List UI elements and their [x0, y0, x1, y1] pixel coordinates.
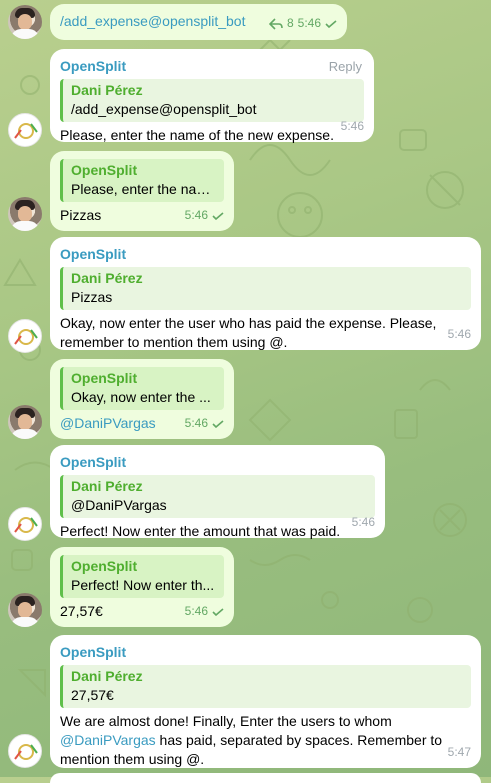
- message-time: 5:47: [447, 745, 471, 759]
- quoted-sender: OpenSplit: [71, 558, 138, 574]
- message-meta: 5:46: [185, 206, 224, 225]
- message-text: Perfect! Now enter the amount that was p…: [60, 523, 341, 539]
- outgoing-message-bubble[interactable]: OpenSplit Perfect! Now enter th... 27,57…: [50, 547, 234, 627]
- message-meta: 5:46: [185, 414, 224, 433]
- command-text[interactable]: /add_expense@opensplit_bot: [60, 13, 245, 29]
- read-check-icon: [212, 419, 224, 428]
- message-meta: 5:46: [185, 602, 224, 621]
- read-check-icon: [212, 211, 224, 220]
- message-text-line: remember to mention them using @.: [60, 334, 288, 350]
- user-avatar[interactable]: [8, 593, 42, 627]
- incoming-message-bubble[interactable]: OpenSplit Dani Pérez Pizzas Okay, now en…: [50, 237, 481, 350]
- quoted-sender: Dani Pérez: [71, 478, 143, 494]
- quoted-text: Okay, now enter the ...: [71, 389, 211, 405]
- quoted-sender: Dani Pérez: [71, 668, 143, 684]
- user-mention-link[interactable]: @DaniPVargas: [60, 732, 156, 748]
- message-text-line: @DaniPVargas has paid, separated by spac…: [60, 731, 471, 750]
- quoted-text: Perfect! Now enter th...: [71, 577, 215, 593]
- quoted-message[interactable]: OpenSplit Please, enter the nam...: [60, 159, 224, 202]
- quoted-sender: OpenSplit: [71, 370, 138, 386]
- message-time: 5:46: [184, 208, 208, 222]
- quoted-message[interactable]: Dani Pérez /add_expense@opensplit_bot: [60, 79, 364, 122]
- reply-button[interactable]: Reply: [329, 57, 362, 76]
- opensplit-logo-icon: [14, 123, 38, 139]
- message-meta: 8 5:46: [268, 14, 337, 33]
- incoming-message-bubble[interactable]: OpenSplit Dani Pérez 27,57€ We are almos…: [50, 635, 481, 768]
- user-avatar[interactable]: [8, 5, 42, 39]
- sender-name[interactable]: OpenSplit: [60, 245, 471, 264]
- quoted-text: 27,57€: [71, 687, 114, 703]
- message-meta: 5:46: [352, 513, 375, 532]
- reply-count: 8: [286, 16, 294, 30]
- quoted-message[interactable]: OpenSplit Okay, now enter the ...: [60, 367, 224, 410]
- quoted-text: @DaniPVargas: [71, 497, 167, 513]
- message-time: 5:46: [447, 327, 471, 341]
- message-text-segment: has paid, separated by spaces. Remember …: [155, 732, 443, 748]
- message-text: Please, enter the name of the new expens…: [60, 127, 334, 143]
- incoming-message-bubble[interactable]: OpenSplit Dani Pérez @DaniPVargas Perfec…: [50, 445, 385, 539]
- quoted-text: /add_expense@opensplit_bot: [71, 101, 257, 117]
- message-time: 5:46: [184, 416, 208, 430]
- read-check-icon: [212, 607, 224, 616]
- outgoing-message-bubble[interactable]: OpenSplit Okay, now enter the ... @DaniP…: [50, 359, 234, 439]
- quoted-message[interactable]: OpenSplit Perfect! Now enter th...: [60, 555, 224, 598]
- opensplit-logo-icon: [14, 329, 38, 345]
- quoted-sender: OpenSplit: [71, 162, 138, 178]
- message-text-line: Okay, now enter the user who has paid th…: [60, 315, 437, 331]
- quoted-text: Pizzas: [71, 289, 113, 305]
- quoted-message[interactable]: Dani Pérez Pizzas: [60, 267, 471, 310]
- read-check-icon: [325, 19, 337, 28]
- user-avatar[interactable]: [8, 405, 42, 439]
- next-message-bubble-edge: [50, 773, 481, 783]
- message-list[interactable]: /add_expense@opensplit_bot 8 5:46 OpenSp…: [0, 0, 491, 783]
- opensplit-logo-icon: [14, 744, 38, 760]
- quoted-sender: Dani Pérez: [71, 270, 143, 286]
- quoted-sender: Dani Pérez: [71, 82, 143, 98]
- bot-avatar[interactable]: [8, 319, 42, 353]
- sender-name[interactable]: OpenSplit: [60, 643, 471, 662]
- sender-name[interactable]: OpenSplit: [60, 57, 364, 76]
- quoted-message[interactable]: Dani Pérez @DaniPVargas: [60, 475, 375, 518]
- reply-arrow-icon: [268, 17, 283, 30]
- quoted-text: Please, enter the nam...: [71, 181, 216, 197]
- message-time: 5:46: [297, 16, 321, 30]
- message-meta: 5:46: [448, 325, 471, 344]
- bot-avatar[interactable]: [8, 507, 42, 541]
- message-time: 5:46: [351, 515, 375, 529]
- quoted-message[interactable]: Dani Pérez 27,57€: [60, 665, 471, 708]
- incoming-message-bubble[interactable]: OpenSplit Reply Dani Pérez /add_expense@…: [50, 49, 374, 143]
- bot-avatar[interactable]: [8, 113, 42, 147]
- bot-avatar[interactable]: [8, 734, 42, 768]
- message-text-line: mention them using @.: [60, 751, 205, 767]
- message-text-line: We are almost done! Finally, Enter the u…: [60, 713, 392, 729]
- message-time: 5:46: [184, 604, 208, 618]
- opensplit-logo-icon: [14, 517, 38, 533]
- user-avatar[interactable]: [8, 197, 42, 231]
- outgoing-message-bubble[interactable]: OpenSplit Please, enter the nam... Pizza…: [50, 151, 234, 231]
- message-meta: 5:46: [341, 117, 364, 136]
- message-meta: 5:47: [448, 743, 471, 762]
- outgoing-message-bubble[interactable]: /add_expense@opensplit_bot 8 5:46: [50, 4, 347, 40]
- message-time: 5:46: [340, 119, 364, 133]
- sender-name[interactable]: OpenSplit: [60, 453, 375, 472]
